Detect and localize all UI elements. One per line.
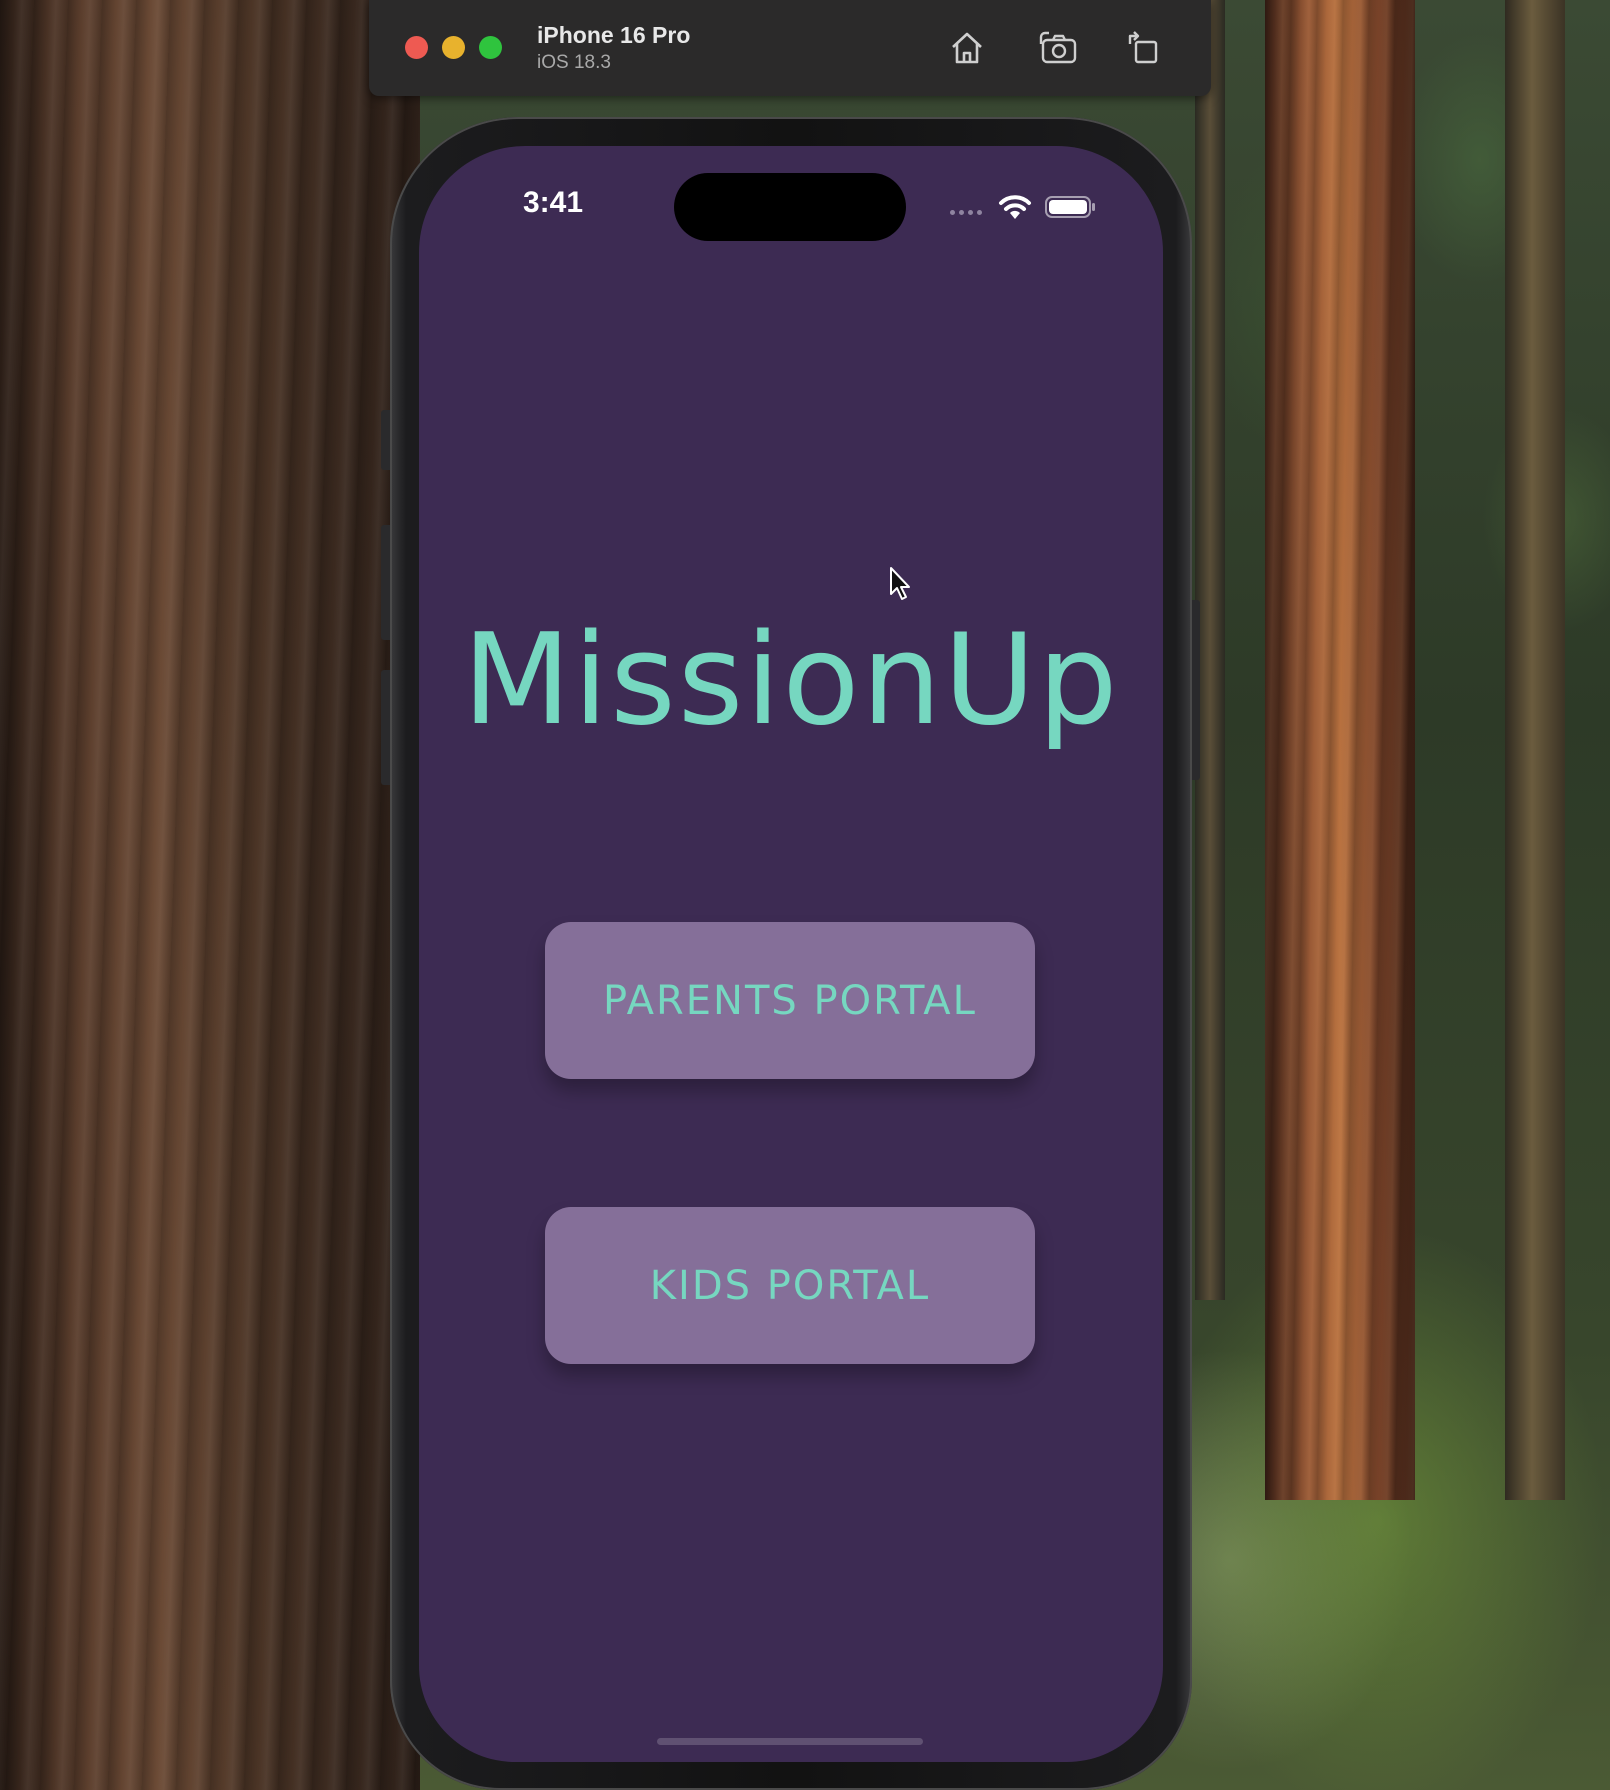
home-icon: [952, 32, 982, 64]
wifi-icon: [999, 195, 1031, 219]
minimize-window-button[interactable]: [442, 36, 465, 59]
simulator-device-name: iPhone 16 Pro: [537, 22, 691, 48]
app-title: MissionUp: [462, 606, 1120, 753]
tree-trunk: [1505, 0, 1565, 1500]
power-button: [1191, 600, 1200, 780]
simulator-os-version: iOS 18.3: [537, 52, 611, 73]
home-indicator[interactable]: [657, 1738, 923, 1745]
screenshot-button[interactable]: [1035, 24, 1083, 72]
rotate-icon: [1128, 31, 1158, 64]
tree-trunk: [1265, 0, 1415, 1500]
status-time: 3:41: [523, 186, 584, 219]
simulator-title-bar: iPhone 16 Pro iOS 18.3: [369, 0, 1211, 96]
zoom-window-button[interactable]: [479, 36, 502, 59]
close-window-button[interactable]: [405, 36, 428, 59]
phone-screen: 3:41 MissionUp PARENTS PORTAL KIDS PORTA…: [419, 146, 1163, 1762]
screenshot-icon: [1039, 31, 1077, 64]
dynamic-island: [674, 173, 906, 241]
mouse-pointer-icon: [890, 567, 910, 600]
rotate-button[interactable]: [1120, 24, 1168, 72]
tree-trunk: [0, 0, 420, 1790]
signal-icon: [950, 210, 982, 215]
battery-icon: [1045, 196, 1095, 218]
kids-portal-button[interactable]: KIDS PORTAL: [545, 1207, 1035, 1364]
parents-portal-button[interactable]: PARENTS PORTAL: [545, 922, 1035, 1079]
home-button[interactable]: [943, 24, 991, 72]
